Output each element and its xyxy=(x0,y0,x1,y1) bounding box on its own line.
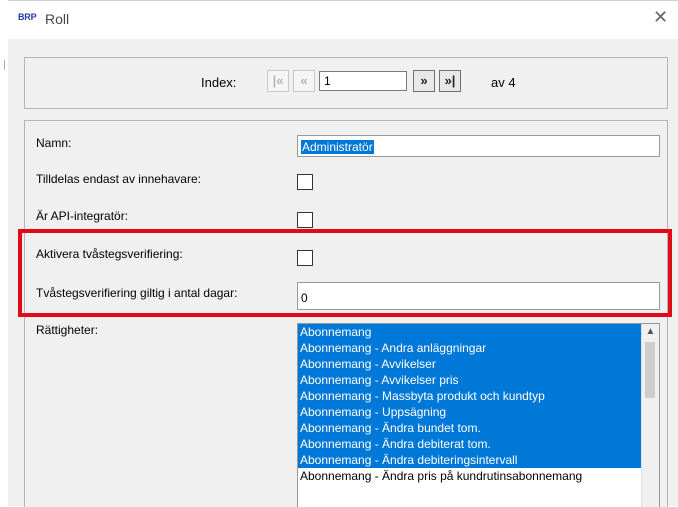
permission-item[interactable]: Abonnemang - Ändra debiterat tom. xyxy=(298,436,659,452)
window-title: Roll xyxy=(45,11,70,27)
permissions-list[interactable]: Abonnemang Abonnemang - Andra anläggninga… xyxy=(297,323,660,507)
next-record-button[interactable]: » xyxy=(413,70,435,92)
first-record-button[interactable]: |« xyxy=(267,70,289,92)
total-count-label: av 4 xyxy=(491,75,516,90)
name-label: Namn: xyxy=(36,136,72,150)
api-integrator-label: Är API-integratör: xyxy=(36,209,129,223)
navigator-row: Index: |« « » »| av 4 xyxy=(25,70,667,94)
two-factor-checkbox[interactable] xyxy=(297,250,313,266)
roll-dialog: BRP Roll ✕ Index: |« « » »| av 4 Namn: A… xyxy=(8,0,678,507)
role-form: Namn: Administratör Tilldelas endast av … xyxy=(24,120,668,507)
permission-item[interactable]: Abonnemang - Massbyta produkt och kundty… xyxy=(298,388,659,404)
permissions-label: Rättigheter: xyxy=(36,323,99,337)
permissions-items: Abonnemang Abonnemang - Andra anläggninga… xyxy=(298,324,659,484)
title-bar: BRP Roll ✕ xyxy=(8,1,678,39)
scroll-up-icon[interactable]: ▲ xyxy=(642,324,659,340)
permissions-scrollbar[interactable]: ▲ xyxy=(641,324,659,507)
first-icon: |« xyxy=(272,73,284,88)
two-factor-days-value: 0 xyxy=(301,291,308,305)
owner-only-label: Tilldelas endast av innehavare: xyxy=(36,172,201,186)
permission-item[interactable]: Abonnemang - Avvikelser xyxy=(298,356,659,372)
permission-item[interactable]: Abonnemang - Avvikelser pris xyxy=(298,372,659,388)
permission-item[interactable]: Abonnemang - Uppsägning xyxy=(298,404,659,420)
permission-item[interactable]: Abonnemang - Ändra bundet tom. xyxy=(298,420,659,436)
previous-icon: « xyxy=(300,73,308,88)
scroll-thumb[interactable] xyxy=(645,342,655,398)
two-factor-days-label: Tvåstegsverifiering giltig i antal dagar… xyxy=(36,286,238,300)
api-integrator-checkbox[interactable] xyxy=(297,212,313,228)
name-field[interactable]: Administratör xyxy=(297,135,660,157)
app-logo: BRP xyxy=(18,12,37,22)
permission-item[interactable]: Abonnemang - Ändra pris på kundrutinsabo… xyxy=(298,468,659,484)
name-value: Administratör xyxy=(301,140,374,154)
two-factor-days-field[interactable]: 0 xyxy=(297,282,660,310)
last-icon: »| xyxy=(444,73,456,88)
next-icon: » xyxy=(420,73,428,88)
last-record-button[interactable]: »| xyxy=(439,70,461,92)
permission-item[interactable]: Abonnemang - Ändra debiteringsintervall xyxy=(298,452,659,468)
index-label: Index: xyxy=(201,75,237,90)
owner-only-checkbox[interactable] xyxy=(297,174,313,190)
record-navigator: Index: |« « » »| av 4 xyxy=(24,57,668,109)
two-factor-label: Aktivera tvåstegsverifiering: xyxy=(36,247,183,261)
index-input[interactable] xyxy=(319,71,407,91)
edge-tick xyxy=(0,60,5,70)
close-icon[interactable]: ✕ xyxy=(653,7,668,28)
previous-record-button[interactable]: « xyxy=(293,70,315,92)
permission-item[interactable]: Abonnemang xyxy=(298,324,659,340)
permission-item[interactable]: Abonnemang - Andra anläggningar xyxy=(298,340,659,356)
